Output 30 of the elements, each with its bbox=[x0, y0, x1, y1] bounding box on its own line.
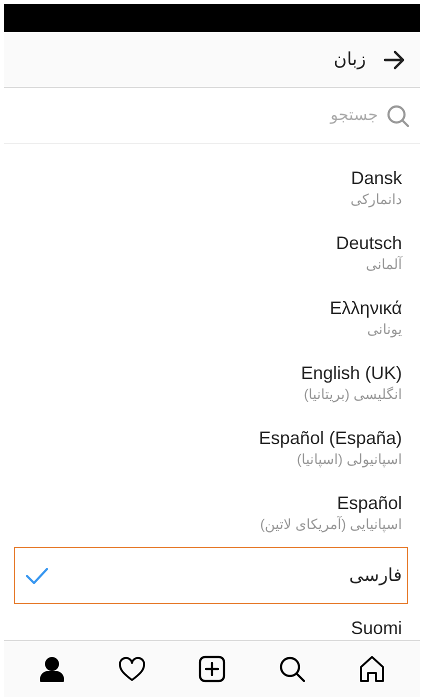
language-native-name: آلمانی bbox=[366, 255, 402, 274]
language-native-name: یونانی bbox=[367, 320, 402, 339]
language-item[interactable]: فارسی bbox=[14, 547, 408, 604]
search-icon bbox=[386, 104, 410, 128]
language-native-name: دانمارکی bbox=[350, 190, 402, 209]
search-field[interactable]: جستجو bbox=[18, 100, 378, 130]
home-icon bbox=[358, 655, 386, 683]
check-icon bbox=[25, 566, 49, 584]
search-icon bbox=[278, 655, 306, 683]
heart-tab[interactable] bbox=[118, 655, 146, 683]
language-name: Ελληνικά bbox=[330, 298, 402, 319]
person-icon bbox=[38, 655, 66, 683]
add-tab[interactable] bbox=[198, 655, 226, 683]
language-name: Deutsch bbox=[336, 233, 402, 254]
language-item[interactable]: Suomi bbox=[4, 604, 420, 640]
language-name: فارسی bbox=[349, 565, 402, 586]
profile-tab[interactable] bbox=[38, 655, 66, 683]
page-title: زبان bbox=[334, 49, 366, 70]
language-native-name: اسپانیولی (اسپانیا) bbox=[296, 450, 402, 469]
language-native-name: اسپانیایی (آمریکای لاتین) bbox=[260, 515, 402, 534]
home-tab[interactable] bbox=[358, 655, 386, 683]
language-name: Suomi bbox=[350, 618, 402, 639]
plus-square-icon bbox=[198, 655, 226, 683]
language-name: Español bbox=[336, 493, 402, 514]
language-native-name: انگلیسی (بریتانیا) bbox=[304, 385, 402, 404]
heart-icon bbox=[118, 655, 146, 683]
language-name: English (UK) bbox=[300, 363, 402, 384]
search-tab[interactable] bbox=[278, 655, 306, 683]
language-name: Español (España) bbox=[258, 428, 402, 449]
language-name: Dansk bbox=[350, 168, 402, 189]
